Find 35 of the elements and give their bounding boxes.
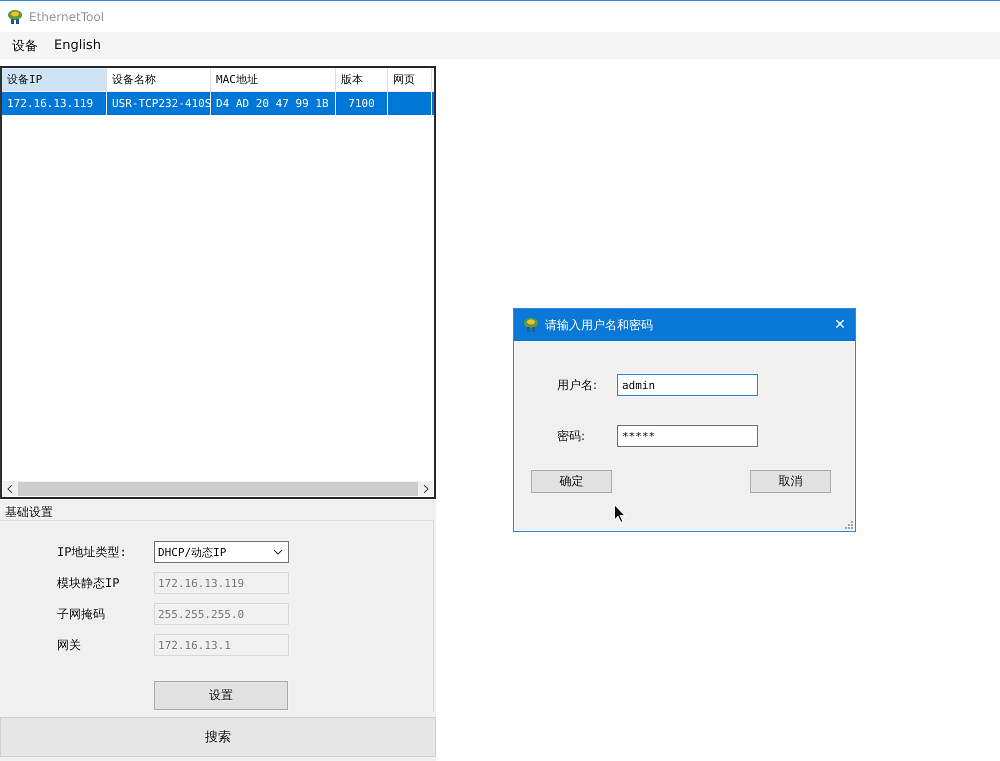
close-button[interactable]: ✕ bbox=[825, 317, 855, 333]
tree-logo-icon bbox=[523, 317, 539, 333]
table-row[interactable]: 172.16.13.119 USR-TCP232-410S D4 AD 20 47 99 1B 7100 bbox=[2, 92, 434, 115]
table-cell: D4 AD 20 47 99 1B bbox=[211, 92, 336, 115]
table-cell: 172.16.13.119 bbox=[2, 92, 107, 115]
mouse-pointer-icon bbox=[614, 504, 626, 523]
cancel-button[interactable]: 取消 bbox=[750, 470, 831, 493]
field-label: 密码: bbox=[556, 428, 586, 444]
field-label: 子网掩码 bbox=[56, 606, 106, 622]
column-header[interactable]: 设备名称 bbox=[107, 68, 211, 91]
menu-item[interactable]: English bbox=[46, 38, 109, 53]
tree-logo-icon bbox=[7, 8, 23, 24]
dialog-title: 请输入用户名和密码 bbox=[545, 316, 654, 334]
column-header[interactable]: 网页 bbox=[388, 68, 432, 91]
horizontal-scrollbar[interactable] bbox=[2, 481, 434, 497]
search-button[interactable]: 搜索 bbox=[0, 717, 436, 757]
ip-type-dropdown[interactable]: DHCP/动态IP bbox=[154, 541, 289, 563]
menu-item[interactable]: 设备 bbox=[4, 36, 46, 54]
field-label: 用户名: bbox=[556, 376, 598, 394]
scrollbar-thumb[interactable] bbox=[18, 482, 418, 496]
column-header[interactable]: MAC地址 bbox=[211, 68, 336, 91]
username-field[interactable]: admin bbox=[617, 374, 758, 396]
ok-button[interactable]: 确定 bbox=[531, 470, 612, 493]
window-title: EthernetTool bbox=[29, 10, 104, 24]
table-cell: 7100 bbox=[336, 92, 388, 115]
field-label: 模块静态IP bbox=[56, 574, 120, 592]
column-header[interactable]: 设备IP bbox=[2, 68, 107, 91]
group-title: 基础设置 bbox=[4, 505, 54, 519]
set-button[interactable]: 设置 bbox=[154, 681, 288, 710]
table-cell: USR-TCP232-410S bbox=[107, 92, 211, 115]
column-header[interactable]: 版本 bbox=[336, 68, 388, 91]
field-label: IP地址类型: bbox=[56, 544, 128, 560]
resize-grip-icon[interactable] bbox=[845, 521, 853, 529]
field-label: 网关 bbox=[56, 636, 82, 654]
password-field[interactable]: ***** bbox=[617, 425, 758, 447]
